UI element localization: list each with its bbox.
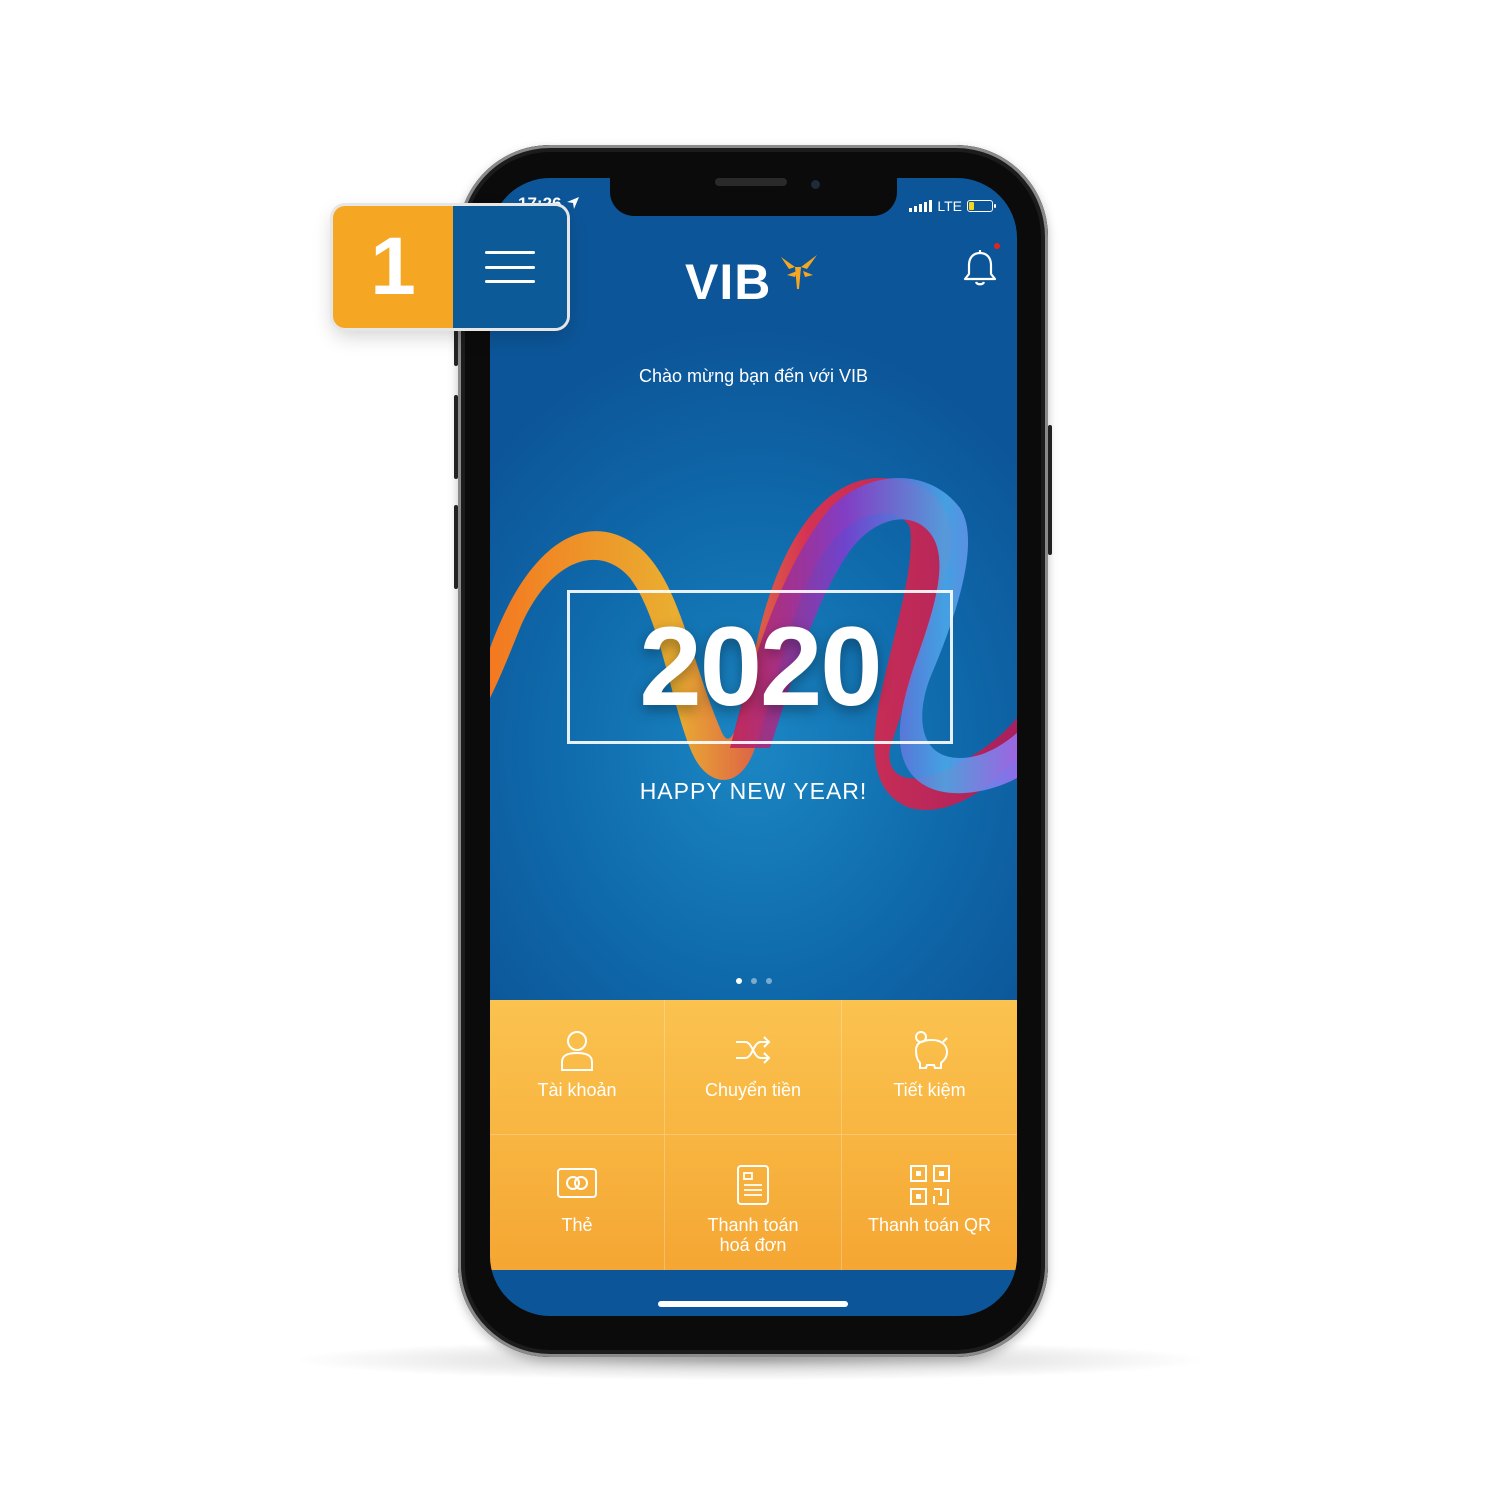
- savings-icon: [914, 1031, 948, 1069]
- notification-dot: [994, 243, 1000, 249]
- menu-item-label: Tài khoản: [537, 1080, 617, 1100]
- carousel-dot[interactable]: [765, 978, 772, 984]
- speaker: [715, 178, 787, 186]
- menu-item-label: Chuyển tiền: [704, 1080, 802, 1100]
- menu-item-bill[interactable]: Thanh toán hoá đơn: [665, 1135, 842, 1270]
- welcome-text: Chào mừng bạn đến với VIB: [639, 366, 868, 386]
- app-screen: 17:26 LTE VIB Chào mừng bạn đến với VIB: [490, 178, 1017, 1316]
- step-callout: 1: [333, 206, 567, 328]
- menu-item-label: Thẻ: [561, 1215, 593, 1235]
- status-indicators: LTE: [909, 198, 996, 214]
- carousel-pagination[interactable]: [490, 978, 1017, 984]
- menu-item-label: Tiết kiệm: [893, 1080, 966, 1100]
- menu-item-label: Thanh toán QR: [867, 1215, 992, 1235]
- volume-down-button: [454, 505, 458, 589]
- menu-item-account[interactable]: Tài khoản: [490, 1000, 665, 1135]
- carousel-dot[interactable]: [735, 978, 742, 984]
- logo-text: VIB: [685, 254, 772, 310]
- logo-mark-icon: [781, 255, 817, 289]
- notification-bell-icon[interactable]: [962, 248, 998, 288]
- signal-icon: [909, 200, 933, 212]
- hamburger-menu-icon: [485, 251, 535, 283]
- menu-item-qr[interactable]: Thanh toán QR: [842, 1135, 1017, 1270]
- battery-icon: [967, 200, 996, 212]
- step-number: 1: [333, 206, 453, 328]
- hamburger-menu-button[interactable]: [453, 206, 567, 328]
- network-label: LTE: [937, 198, 962, 214]
- card-icon: [557, 1168, 597, 1198]
- vib-logo: VIB: [685, 253, 825, 323]
- volume-up-button: [454, 395, 458, 479]
- power-button: [1048, 425, 1052, 555]
- bill-icon: [737, 1165, 769, 1205]
- menu-item-transfer[interactable]: Chuyển tiền: [665, 1000, 842, 1135]
- notch: [610, 178, 897, 216]
- account-icon: [561, 1031, 593, 1071]
- location-arrow-icon: [567, 197, 580, 209]
- transfer-icon: [736, 1036, 771, 1064]
- qr-icon: [909, 1165, 950, 1205]
- home-indicator[interactable]: [658, 1301, 848, 1307]
- quick-menu-grid: Tài khoản Chuyển tiền Tiết kiệm Thẻ Than…: [490, 1000, 1017, 1270]
- menu-item-card[interactable]: Thẻ: [490, 1135, 665, 1270]
- carousel-dot[interactable]: [750, 978, 757, 984]
- mute-switch: [454, 330, 458, 366]
- menu-item-label: Thanh toán hoá đơn: [707, 1215, 799, 1255]
- banner-year: 2020: [639, 604, 882, 729]
- camera: [811, 180, 820, 189]
- menu-item-savings[interactable]: Tiết kiệm: [842, 1000, 1017, 1135]
- banner-greeting: HAPPY NEW YEAR!: [639, 778, 868, 804]
